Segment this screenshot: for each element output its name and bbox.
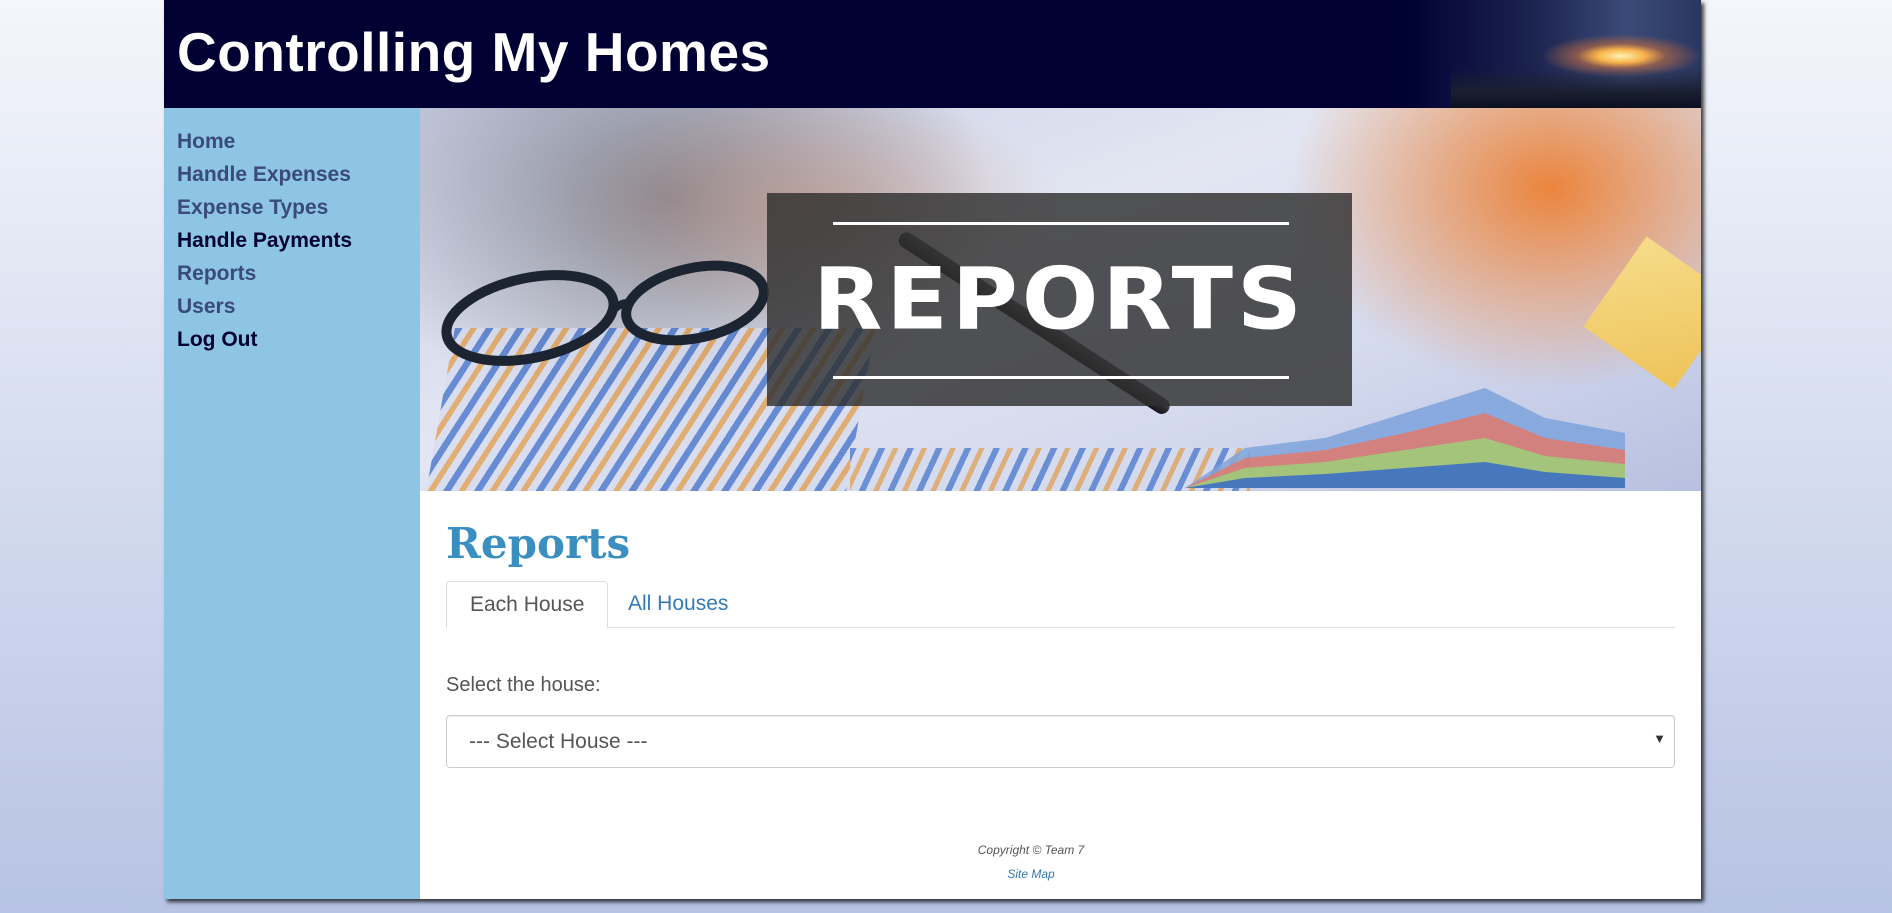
reports-banner-image: REPORTS: [420, 108, 1701, 491]
report-tabs: Each House All Houses: [446, 581, 1675, 629]
select-house-label: Select the house:: [446, 674, 601, 696]
banner-title-box: REPORTS: [767, 193, 1352, 406]
caret-down-icon: ▼: [1653, 731, 1666, 746]
sidebar-item-handle-payments[interactable]: Handle Payments: [177, 224, 420, 257]
sidebar-item-home[interactable]: Home: [177, 125, 420, 158]
copyright-text: Copyright © Team 7: [977, 843, 1085, 857]
banner-glasses-icon: [441, 260, 769, 366]
banner-title: REPORTS: [813, 249, 1306, 350]
tab-all-houses[interactable]: All Houses: [605, 581, 751, 628]
page-container: Controlling My Homes Home Handle Expense…: [164, 0, 1701, 899]
site-header: Controlling My Homes: [164, 0, 1701, 108]
sidebar-item-handle-expenses[interactable]: Handle Expenses: [177, 158, 420, 191]
banner-line-top: [833, 222, 1289, 225]
house-select[interactable]: --- Select House --- ▼: [446, 715, 1675, 768]
page-title: Reports: [446, 519, 631, 568]
house-select-value: --- Select House ---: [469, 730, 648, 753]
header-sea-image: [1451, 68, 1701, 108]
site-title: Controlling My Homes: [177, 21, 771, 83]
sidebar-item-log-out[interactable]: Log Out: [177, 323, 420, 356]
tab-each-house[interactable]: Each House: [446, 581, 609, 629]
sidebar-item-users[interactable]: Users: [177, 290, 420, 323]
site-map-link[interactable]: Site Map: [966, 867, 1096, 881]
sidebar-item-reports[interactable]: Reports: [177, 257, 420, 290]
banner-line-bottom: [833, 376, 1289, 379]
main-content: REPORTS Reports Each House All Houses Se…: [420, 108, 1701, 899]
sidebar-nav: Home Handle Expenses Expense Types Handl…: [164, 108, 420, 899]
sidebar-item-expense-types[interactable]: Expense Types: [177, 191, 420, 224]
